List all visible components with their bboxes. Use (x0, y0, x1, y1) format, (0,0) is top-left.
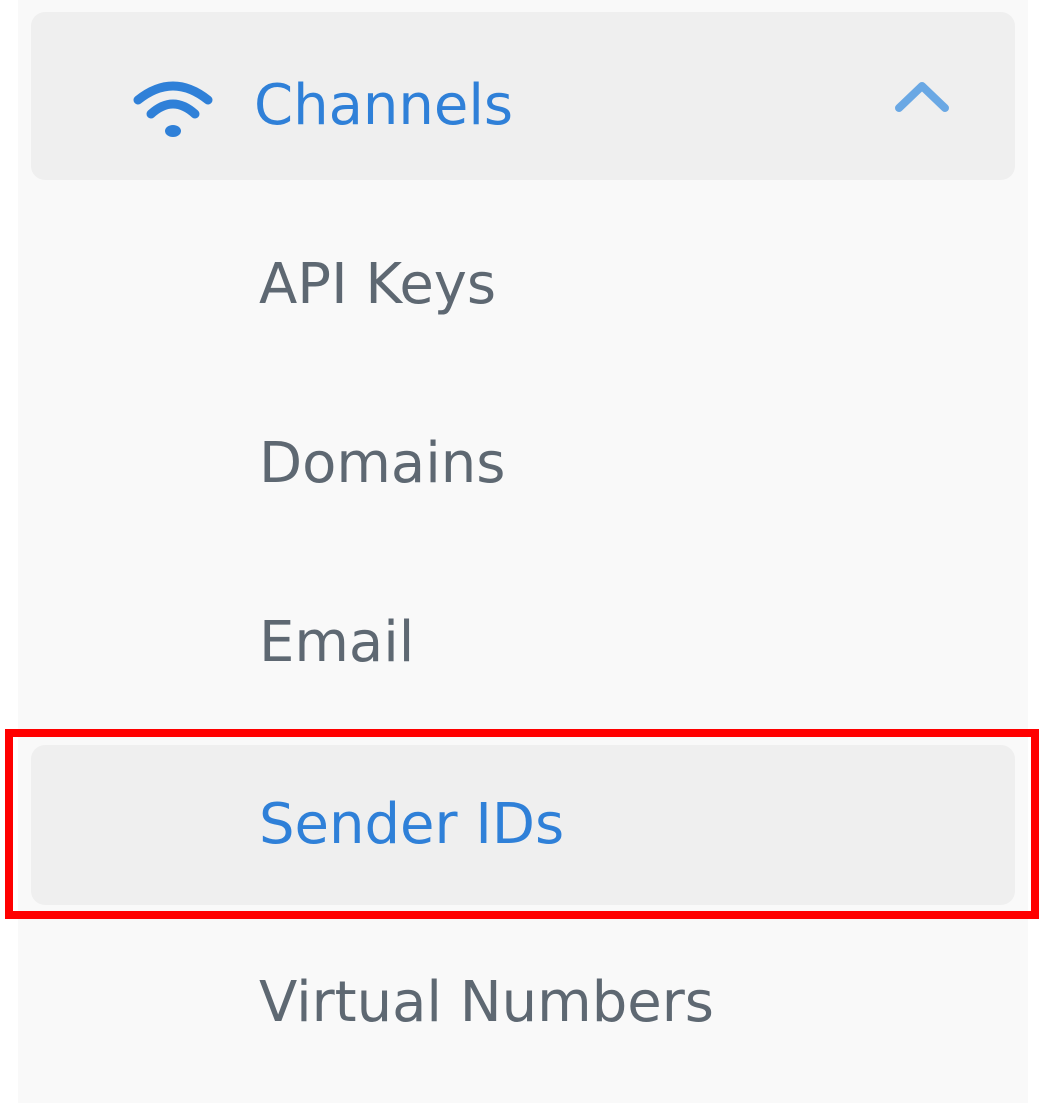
wifi-icon (133, 81, 213, 137)
sidebar-section-label: Channels (254, 73, 514, 138)
sidebar-item-label: Virtual Numbers (259, 970, 714, 1035)
sidebar-item-label: Sender IDs (259, 792, 565, 857)
chevron-up-icon[interactable] (893, 78, 951, 114)
sidebar-item-label: API Keys (259, 252, 497, 317)
sidebar-item-label: Domains (259, 431, 506, 496)
sidebar-item-domains[interactable]: Domains (31, 384, 1015, 544)
sidebar-item-sender-ids[interactable]: Sender IDs (31, 745, 1015, 905)
sidebar-item-api-keys[interactable]: API Keys (31, 205, 1015, 365)
sidebar-item-virtual-numbers[interactable]: Virtual Numbers (31, 923, 1015, 1083)
sidebar-item-email[interactable]: Email (31, 563, 1015, 723)
sidebar-item-label: Email (259, 610, 415, 675)
sidebar-section-channels[interactable]: Channels (31, 12, 1015, 180)
